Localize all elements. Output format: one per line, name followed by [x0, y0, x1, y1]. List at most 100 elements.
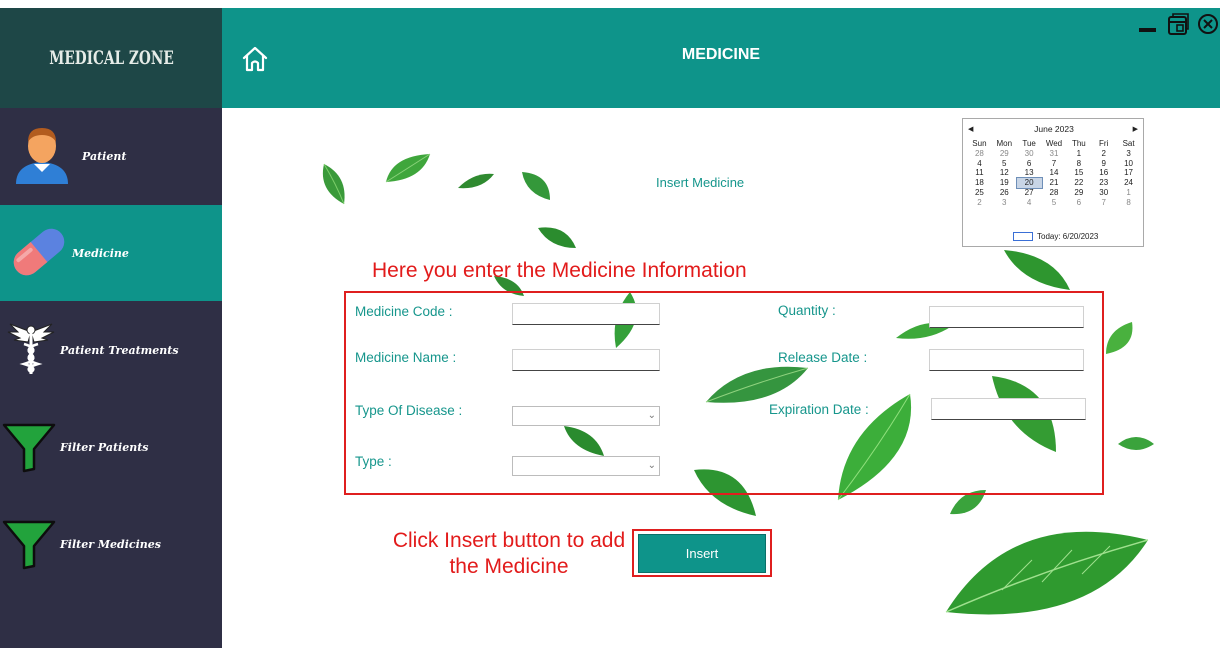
leaf-decoration: [538, 227, 576, 248]
calendar-day[interactable]: 13: [1017, 168, 1042, 178]
type-select[interactable]: ⌄: [512, 456, 660, 476]
expiration-date-label: Expiration Date :: [769, 402, 869, 417]
funnel-icon: [2, 423, 56, 473]
calendar-day[interactable]: 2: [1091, 149, 1116, 159]
calendar-day[interactable]: 30: [1091, 188, 1116, 198]
release-date-label: Release Date :: [778, 350, 868, 365]
leaf-decoration: [945, 531, 1149, 615]
calendar-day[interactable]: 29: [992, 149, 1017, 159]
calendar-day[interactable]: 3: [1116, 149, 1141, 159]
type-of-disease-select[interactable]: ⌄: [512, 406, 660, 426]
calendar-weekday: Sat: [1122, 139, 1135, 148]
leaf-decoration: [1004, 250, 1070, 290]
calendar-today[interactable]: Today: 6/20/2023: [1013, 232, 1098, 241]
leaf-decoration: [522, 172, 550, 200]
calendar-day[interactable]: 1: [1066, 149, 1091, 159]
calendar-day[interactable]: 24: [1116, 178, 1141, 188]
sidebar-item-medicine[interactable]: Medicine: [0, 205, 222, 301]
medicine-name-label: Medicine Name :: [355, 350, 457, 365]
calendar-day[interactable]: 25: [967, 188, 992, 198]
sidebar-item-patient[interactable]: Patient: [0, 108, 222, 204]
calendar-day[interactable]: 5: [1042, 198, 1067, 208]
calendar-day[interactable]: 18: [967, 178, 992, 188]
calendar-day[interactable]: 4: [1017, 198, 1042, 208]
calendar-grid: Sun Mon Tue Wed Thu Fri Sat 28 29 30 31 1 2 3 4 5 6 7 8 9 10…: [967, 139, 1141, 208]
calendar-day[interactable]: 1: [1116, 188, 1141, 198]
minimize-icon[interactable]: [1136, 12, 1160, 36]
calendar-day[interactable]: 31: [1042, 149, 1067, 159]
calendar-day[interactable]: 6: [1066, 198, 1091, 208]
calendar-day[interactable]: 8: [1066, 159, 1091, 169]
month-calendar[interactable]: ◀ June 2023 ▶ Sun Mon Tue Wed Thu Fri Sat 28 29 3…: [962, 118, 1144, 247]
medicine-name-field[interactable]: [512, 349, 660, 371]
header-bar: MEDICINE: [222, 8, 1220, 108]
calendar-day[interactable]: 15: [1066, 168, 1091, 178]
calendar-day[interactable]: 7: [1091, 198, 1116, 208]
calendar-day[interactable]: 22: [1066, 178, 1091, 188]
sidebar-item-label: Filter Medicines: [60, 537, 161, 551]
calendar-day[interactable]: 16: [1091, 168, 1116, 178]
calendar-day[interactable]: 10: [1116, 159, 1141, 169]
leaf-decoration: [322, 163, 345, 205]
calendar-next-icon[interactable]: ▶: [1133, 125, 1138, 133]
calendar-weekday: Mon: [996, 139, 1013, 148]
type-label: Type :: [355, 454, 392, 469]
calendar-day[interactable]: 20: [1015, 177, 1043, 189]
calendar-day[interactable]: 4: [967, 159, 992, 169]
calendar-day[interactable]: 28: [967, 149, 992, 159]
calendar-weekday: Wed: [1045, 139, 1063, 148]
calendar-day[interactable]: 27: [1017, 188, 1042, 198]
sidebar-item-patient-treatments[interactable]: Patient Treatments: [0, 302, 222, 398]
calendar-day[interactable]: 11: [967, 168, 992, 178]
today-marker-icon: [1013, 232, 1033, 241]
brand-logo: MEDICAL ZONE: [0, 8, 222, 108]
close-icon[interactable]: [1196, 12, 1220, 36]
main-content: Insert Medicine ◀ June 2023 ▶ Sun Mon Tue W…: [222, 108, 1220, 648]
calendar-day[interactable]: 5: [992, 159, 1017, 169]
form-annotation: Here you enter the Medicine Information: [372, 259, 747, 282]
leaf-decoration: [385, 153, 431, 183]
calendar-month-label: June 2023: [1034, 124, 1074, 134]
calendar-day[interactable]: 3: [992, 198, 1017, 208]
caduceus-icon: [7, 323, 55, 374]
calendar-day[interactable]: 8: [1116, 198, 1141, 208]
calendar-day[interactable]: 29: [1066, 188, 1091, 198]
calendar-day[interactable]: 14: [1042, 168, 1067, 178]
calendar-day[interactable]: 28: [1042, 188, 1067, 198]
calendar-day[interactable]: 9: [1091, 159, 1116, 169]
expiration-date-field[interactable]: [931, 398, 1086, 420]
medicine-code-field[interactable]: [512, 303, 660, 325]
type-of-disease-label: Type Of Disease :: [355, 403, 463, 418]
calendar-day[interactable]: 7: [1042, 159, 1067, 169]
patient-avatar-icon: [16, 128, 68, 184]
quantity-label: Quantity :: [778, 303, 836, 318]
sidebar-item-label: Patient: [82, 149, 127, 163]
calendar-day[interactable]: 30: [1017, 149, 1042, 159]
calendar-today-label: Today: 6/20/2023: [1037, 232, 1099, 241]
release-date-field[interactable]: [929, 349, 1084, 371]
funnel-icon: [2, 520, 56, 570]
calendar-day[interactable]: 21: [1042, 178, 1067, 188]
calendar-day[interactable]: 17: [1116, 168, 1141, 178]
sidebar-item-label: Patient Treatments: [60, 343, 179, 357]
calendar-day[interactable]: 2: [967, 198, 992, 208]
insert-annotation: Click Insert button to add the Medicine: [392, 529, 626, 578]
calendar-day[interactable]: 19: [992, 178, 1017, 188]
window-controls: [1136, 12, 1220, 36]
calendar-day[interactable]: 12: [992, 168, 1017, 178]
calendar-weekday: Sun: [972, 139, 987, 148]
quantity-field[interactable]: [929, 306, 1084, 328]
calendar-day[interactable]: 23: [1091, 178, 1116, 188]
brand-name: MEDICAL ZONE: [48, 47, 174, 69]
page-title: MEDICINE: [681, 46, 761, 63]
sidebar-item-filter-medicines[interactable]: Filter Medicines: [0, 496, 222, 592]
sidebar-item-filter-patients[interactable]: Filter Patients: [0, 399, 222, 495]
chevron-down-icon: ⌄: [647, 410, 656, 421]
restore-icon[interactable]: [1166, 12, 1190, 36]
insert-button[interactable]: Insert: [638, 534, 766, 573]
chevron-down-icon: ⌄: [647, 460, 656, 471]
sidebar: MEDICAL ZONE Patient Medicine Patient Tr…: [0, 8, 222, 648]
calendar-day[interactable]: 26: [992, 188, 1017, 198]
calendar-day[interactable]: 6: [1017, 159, 1042, 169]
sidebar-item-label: Filter Patients: [60, 440, 149, 454]
